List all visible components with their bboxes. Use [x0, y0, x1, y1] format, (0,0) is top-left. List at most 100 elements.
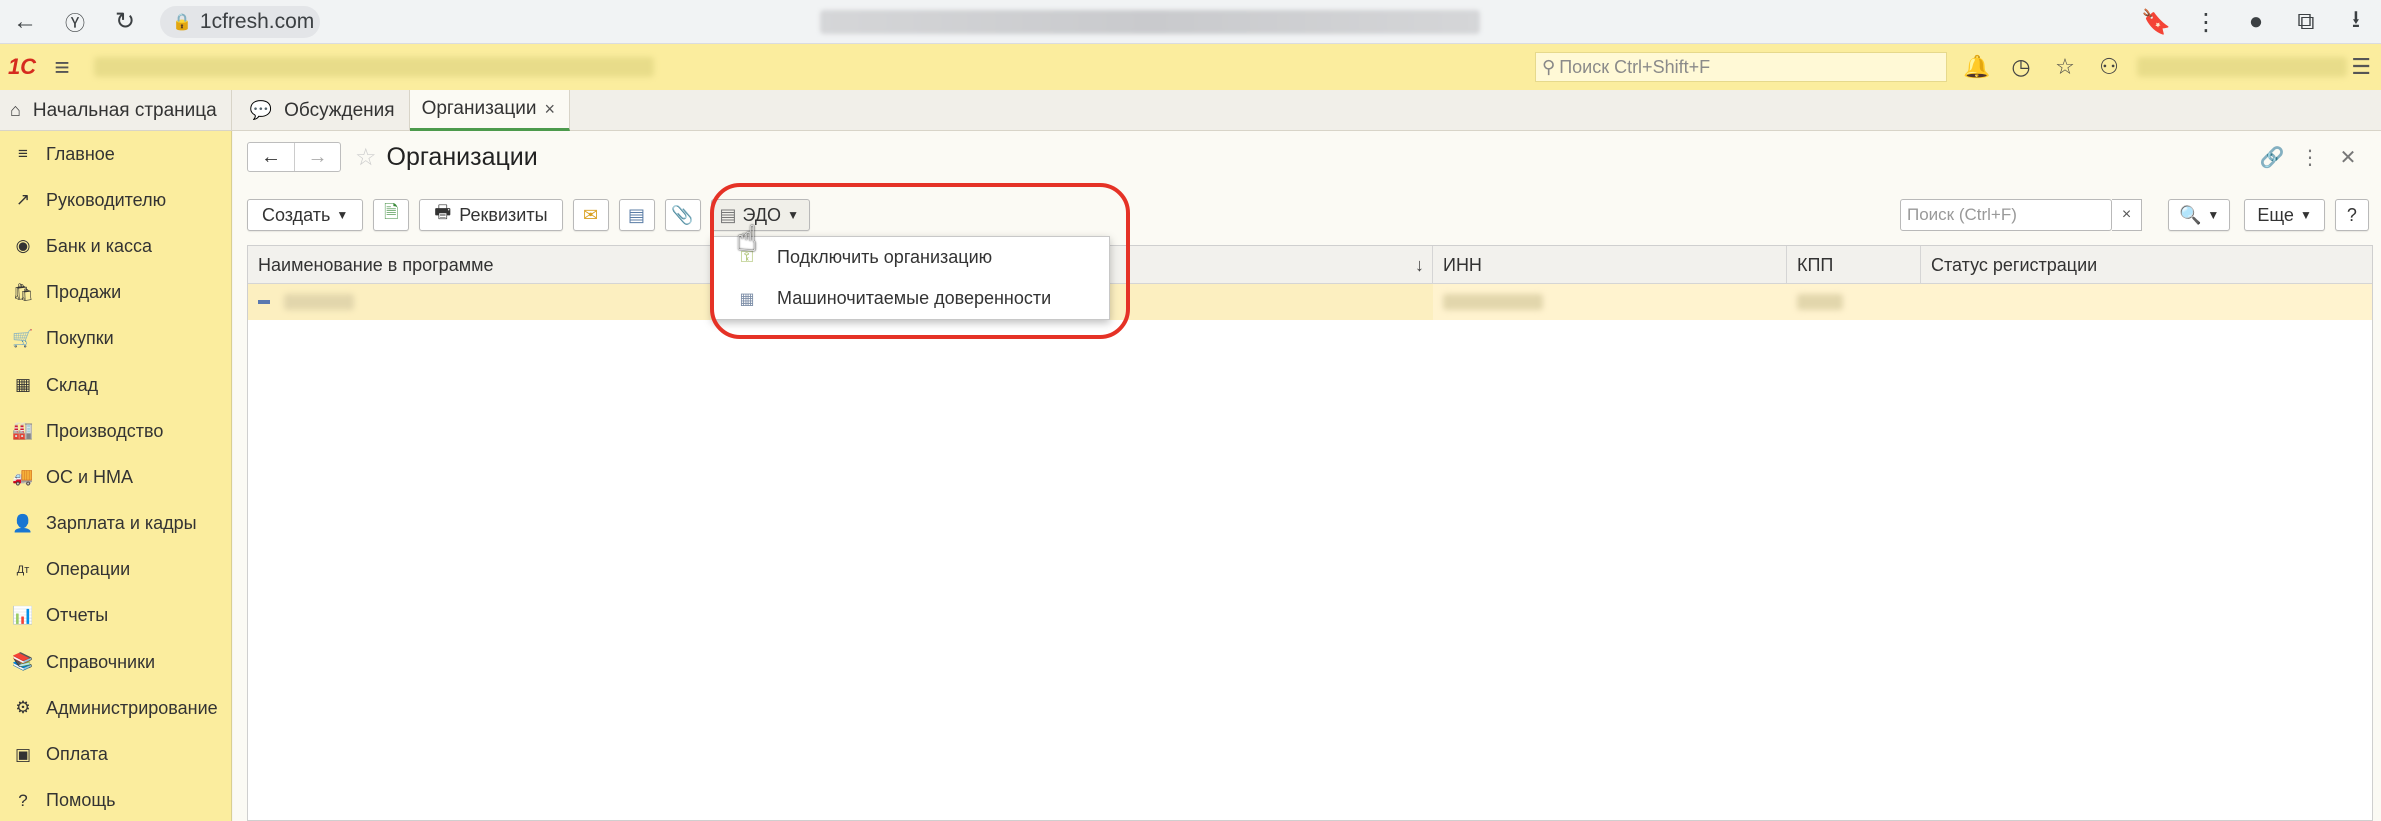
- sidebar-item-payment[interactable]: ▣ Оплата: [0, 731, 231, 777]
- person-icon: 👤: [12, 513, 34, 533]
- page-title-redacted: [820, 10, 1480, 34]
- sidebar-item-label: Банк и касса: [46, 235, 152, 256]
- gear-icon: ⚙: [15, 698, 31, 718]
- sidebar-item-reports[interactable]: 📊 Отчеты: [0, 593, 231, 639]
- main-icon: ≡: [18, 144, 28, 164]
- sidebar-item-warehouse[interactable]: ▦ Склад: [0, 362, 231, 408]
- sidebar-item-label: Главное: [46, 143, 115, 164]
- tab-home-label: Начальная страница: [32, 99, 217, 121]
- column-header-label: Наименование в программе: [258, 254, 494, 275]
- sidebar-item-label: Операции: [46, 559, 131, 580]
- list-search-placeholder: Поиск (Ctrl+F): [1907, 205, 2017, 224]
- column-header-kpp[interactable]: КПП: [1787, 246, 1921, 284]
- tab-discussions[interactable]: 💬 Обсуждения: [232, 90, 410, 131]
- tab-organizations[interactable]: Организации ×: [409, 90, 570, 131]
- more-button[interactable]: Еще ▼: [2244, 199, 2325, 231]
- app-header: 1С ≡ ⚲ Поиск Ctrl+Shift+F 🔔 ◷ ☆ ⚇ ☰: [0, 44, 2381, 90]
- nav-forward-icon[interactable]: →: [294, 143, 340, 171]
- link-icon[interactable]: 🔗: [2253, 145, 2291, 170]
- menu-item-connect-organization[interactable]: ⚿ Подключить организацию: [713, 237, 1109, 278]
- books-icon: 📚: [12, 652, 34, 672]
- user-search-icon[interactable]: ⚇: [2087, 54, 2131, 80]
- sidebar-item-purchases[interactable]: 🛒 Покупки: [0, 316, 231, 362]
- settings-menu-icon[interactable]: ☰: [2351, 54, 2371, 80]
- sidebar-item-help[interactable]: ? Помощь: [0, 778, 231, 821]
- chevron-down-icon: ▼: [2207, 208, 2220, 222]
- edo-button[interactable]: ▤ ЭДО ▼: [710, 199, 810, 231]
- sidebar-item-admin[interactable]: ⚙ Администрирование: [0, 685, 231, 731]
- search-icon: ⚲: [1542, 56, 1556, 77]
- edo-icon: ▤: [719, 204, 737, 225]
- sidebar-item-operations[interactable]: Дт Операции: [0, 547, 231, 593]
- requisites-button[interactable]: 🖶 Реквизиты: [419, 199, 563, 231]
- column-header-inn[interactable]: ИНН: [1433, 246, 1787, 284]
- factory-icon: 🏭: [12, 421, 34, 441]
- profile-icon[interactable]: ●: [2231, 0, 2281, 44]
- more-vertical-icon[interactable]: ⋮: [2291, 145, 2329, 170]
- bell-icon[interactable]: 🔔: [1955, 54, 1999, 80]
- chevron-down-icon: ▼: [787, 208, 799, 222]
- attach-button[interactable]: 📎: [664, 199, 701, 231]
- list-search-input[interactable]: Поиск (Ctrl+F): [1900, 199, 2112, 231]
- global-search-input[interactable]: ⚲ Поиск Ctrl+Shift+F: [1535, 52, 1947, 82]
- report-button[interactable]: ▤: [618, 199, 655, 231]
- kpp-redacted: [1797, 294, 1843, 310]
- close-icon[interactable]: ✕: [2329, 145, 2367, 170]
- address-bar-url: 1cfresh.com: [199, 9, 315, 33]
- help-button[interactable]: ?: [2334, 199, 2369, 231]
- list-doc-icon: ▤: [628, 204, 646, 225]
- table-icon: ▦: [739, 290, 755, 308]
- debit-credit-icon: Дт: [16, 563, 30, 576]
- menu-icon[interactable]: ≡: [44, 52, 80, 83]
- sidebar-item-assets[interactable]: 🚚 ОС и НМА: [0, 454, 231, 500]
- nav-buttons: ← →: [247, 142, 341, 172]
- email-button[interactable]: ✉: [572, 199, 609, 231]
- sidebar-item-salary[interactable]: 👤 Зарплата и кадры: [0, 501, 231, 547]
- add-from-file-button[interactable]: 🗎: [373, 199, 410, 231]
- address-bar[interactable]: 🔒 1cfresh.com: [160, 5, 320, 38]
- sidebar-item-manager[interactable]: ↗ Руководителю: [0, 177, 231, 223]
- create-button-label: Создать: [262, 204, 331, 225]
- org-name-redacted: [284, 294, 354, 310]
- sidebar-item-production[interactable]: 🏭 Производство: [0, 408, 231, 454]
- search-clear-button[interactable]: ×: [2112, 199, 2142, 231]
- printer-icon: 🖶: [434, 202, 452, 222]
- history-icon[interactable]: ◷: [1999, 54, 2043, 80]
- global-search-placeholder: Поиск Ctrl+Shift+F: [1559, 56, 1711, 77]
- bookmark-icon[interactable]: 🔖: [2131, 0, 2181, 44]
- menu-item-label: Машиночитаемые доверенности: [777, 288, 1052, 308]
- sidebar-item-label: Оплата: [46, 744, 108, 765]
- sidebar-item-sales[interactable]: 🛍 Продажи: [0, 270, 231, 316]
- user-name-redacted: [2137, 57, 2347, 77]
- back-icon[interactable]: ←: [0, 0, 50, 44]
- favorite-star-icon[interactable]: ☆: [355, 143, 377, 172]
- sidebar-item-label: Покупки: [46, 328, 114, 349]
- column-header-status[interactable]: Статус регистрации: [1921, 246, 2372, 284]
- favorites-star-icon[interactable]: ☆: [2043, 54, 2087, 80]
- sidebar-item-label: Отчеты: [46, 605, 109, 626]
- browser-menu-icon[interactable]: ⋮: [2181, 0, 2231, 44]
- menu-item-machine-readable-powers[interactable]: ▦ Машиночитаемые доверенности: [713, 278, 1109, 319]
- sidebar-item-catalogs[interactable]: 📚 Справочники: [0, 639, 231, 685]
- yandex-icon[interactable]: Ⓨ: [50, 0, 100, 44]
- search-options-button[interactable]: 🔍 ▼: [2168, 199, 2231, 231]
- page-title: Организации: [386, 142, 538, 171]
- column-header-label: КПП: [1797, 254, 1834, 275]
- sidebar-item-label: Зарплата и кадры: [46, 513, 197, 534]
- sidebar-item-label: Склад: [46, 374, 99, 395]
- tab-home[interactable]: ⌂ Начальная страница: [0, 90, 232, 131]
- sidebar-item-main[interactable]: ≡ Главное: [0, 131, 231, 177]
- lock-icon: 🔒: [172, 13, 192, 31]
- sort-arrow-icon: ↓: [1415, 254, 1424, 275]
- organizations-table: Наименование в программе ↓ ИНН КПП Стату…: [247, 245, 2373, 821]
- search-icon: 🔍: [2179, 204, 2202, 225]
- trend-icon: ↗: [15, 190, 31, 210]
- extensions-icon[interactable]: ⧉: [2281, 0, 2331, 44]
- close-tab-icon[interactable]: ×: [544, 99, 555, 120]
- table-row[interactable]: [248, 284, 2372, 320]
- create-button[interactable]: Создать ▼: [247, 199, 364, 231]
- reload-icon[interactable]: ↻: [100, 0, 150, 44]
- nav-back-icon[interactable]: ←: [248, 143, 294, 171]
- download-icon[interactable]: ⭳: [2331, 0, 2381, 44]
- sidebar-item-bank[interactable]: ◉ Банк и касса: [0, 223, 231, 269]
